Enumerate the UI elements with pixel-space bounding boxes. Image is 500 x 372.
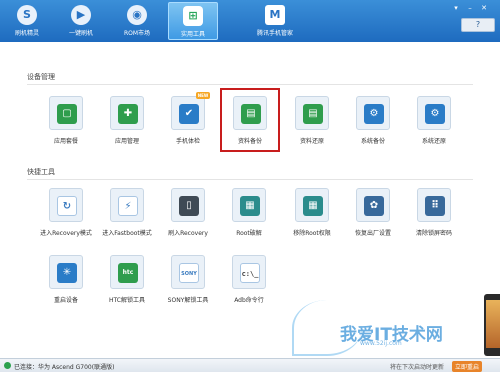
htc-lock-icon: htc bbox=[118, 263, 138, 283]
tool-tile: ▯ bbox=[171, 188, 205, 222]
sony-lock-icon: SONY bbox=[179, 263, 199, 283]
lightning-icon: ⚡ bbox=[118, 196, 138, 216]
nav-label: 实用工具 bbox=[180, 31, 205, 38]
tool-tile: ▤ bbox=[233, 96, 267, 130]
rom-market-icon: ◉ bbox=[127, 5, 147, 25]
section-title-quick-tools: 快捷工具 bbox=[27, 168, 55, 176]
tool-label: 资料备份 bbox=[237, 138, 262, 145]
tool-data-backup[interactable]: ▤ 资料备份 bbox=[220, 88, 280, 152]
nav-label: 腾讯手机管家 bbox=[256, 30, 293, 37]
play-icon: ▶ bbox=[71, 5, 91, 25]
pattern-lock-icon: ⠿ bbox=[425, 196, 445, 216]
watermark-url: www.52ij.com bbox=[360, 340, 402, 347]
document-icon: ▤ bbox=[241, 104, 261, 124]
restart-now-link[interactable]: 立即重启 bbox=[452, 361, 483, 372]
shield-check-icon: ✔ bbox=[179, 104, 199, 124]
gears-icon: ✿ bbox=[364, 196, 384, 216]
tool-tile: ⚡ bbox=[110, 188, 144, 222]
reboot-icon: ✳ bbox=[57, 263, 77, 283]
tool-root-crack[interactable]: ▦ Root破解 bbox=[219, 188, 279, 248]
tool-tile: ▦ bbox=[232, 188, 266, 222]
phone-preview bbox=[484, 294, 500, 356]
tool-tile: c:\_ bbox=[232, 255, 266, 289]
tool-system-backup[interactable]: ⚙ 系统备份 bbox=[343, 96, 403, 156]
phone-icon: ▯ bbox=[179, 196, 199, 216]
nav-flash-genie[interactable]: S 刷机精灵 bbox=[2, 2, 52, 40]
tool-tile: ⠿ bbox=[417, 188, 451, 222]
system-backup-icon: ⚙ bbox=[364, 104, 384, 124]
tool-tile: ✳ bbox=[49, 255, 83, 289]
tool-data-restore[interactable]: ▤ 资料还原 bbox=[282, 96, 342, 156]
site-watermark: 我爱IT技术网 www.52ij.com bbox=[292, 300, 492, 356]
tool-clear-lock-password[interactable]: ⠿ 清除锁屏密码 bbox=[404, 188, 464, 248]
tool-enter-fastboot[interactable]: ⚡ 进入Fastboot模式 bbox=[97, 188, 157, 248]
tool-tile: ⚙ bbox=[417, 96, 451, 130]
android-icon: ▦ bbox=[240, 196, 260, 216]
android-remove-icon: ▦ bbox=[303, 196, 323, 216]
tool-tile: ✚ bbox=[110, 96, 144, 130]
nav-utilities[interactable]: ⊞ 实用工具 bbox=[168, 2, 218, 40]
nav-one-click-flash[interactable]: ▶ 一键刷机 bbox=[56, 2, 106, 40]
section-title-device-management: 设备管理 bbox=[27, 73, 55, 81]
terminal-icon: c:\_ bbox=[240, 263, 260, 283]
tool-enter-recovery[interactable]: ↻ 进入Recovery模式 bbox=[36, 188, 96, 248]
status-bar: 已连接：华为 Ascend G700(联通版) 将在下次启动时更新 立即重启 bbox=[0, 358, 500, 372]
tool-tile: ▢ bbox=[49, 96, 83, 130]
tool-adb-console[interactable]: c:\_ Adb命令行 bbox=[219, 255, 279, 315]
nav-rom-market[interactable]: ◉ ROM市场 bbox=[112, 2, 162, 40]
menu-icon[interactable]: ▾ bbox=[452, 4, 460, 12]
new-badge: NEW bbox=[196, 92, 210, 99]
tool-tile: SONY bbox=[171, 255, 205, 289]
tool-label: Root破解 bbox=[236, 230, 262, 237]
tool-tile: ✔ bbox=[171, 96, 205, 130]
tool-system-restore[interactable]: ⚙ 系统还原 bbox=[404, 96, 464, 156]
tool-label: 手机体检 bbox=[175, 138, 200, 145]
bag-icon: ▢ bbox=[57, 104, 77, 124]
connection-status: 已连接：华为 Ascend G700(联通版) bbox=[14, 364, 115, 371]
tool-reboot-device[interactable]: ✳ 重启设备 bbox=[36, 255, 96, 315]
puzzle-icon: ✚ bbox=[118, 104, 138, 124]
tool-sony-unlock[interactable]: SONY SONY解锁工具 bbox=[158, 255, 218, 315]
refresh-icon: ↻ bbox=[57, 196, 77, 216]
help-button[interactable]: ? bbox=[461, 18, 495, 32]
tool-tile: ▦ bbox=[295, 188, 329, 222]
tool-flash-recovery[interactable]: ▯ 刷入Recovery bbox=[158, 188, 218, 248]
tool-remove-root[interactable]: ▦ 移除Root权限 bbox=[282, 188, 342, 248]
tool-factory-reset[interactable]: ✿ 恢复出厂设置 bbox=[343, 188, 403, 248]
nav-label: 刷机精灵 bbox=[14, 30, 39, 37]
update-notice: 将在下次启动时更新 bbox=[390, 364, 445, 371]
tool-label: Adb命令行 bbox=[234, 297, 264, 304]
section-divider bbox=[27, 84, 473, 85]
section-divider bbox=[27, 179, 473, 180]
close-icon[interactable]: ✕ bbox=[480, 4, 488, 12]
shield-icon: M bbox=[265, 5, 285, 25]
system-restore-icon: ⚙ bbox=[425, 104, 445, 124]
connected-icon bbox=[4, 362, 11, 369]
top-nav-bar: S 刷机精灵 ▶ 一键刷机 ◉ ROM市场 ⊞ 实用工具 M 腾讯手机管家 ▾ … bbox=[0, 0, 500, 42]
nav-label: 一键刷机 bbox=[68, 30, 93, 37]
nav-tencent-manager[interactable]: M 腾讯手机管家 bbox=[246, 2, 304, 40]
minimize-icon[interactable]: – bbox=[466, 4, 474, 12]
tool-tile: ⚙ bbox=[356, 96, 390, 130]
toolbox-icon: ⊞ bbox=[183, 6, 203, 26]
phone-screen bbox=[486, 300, 500, 348]
nav-label: ROM市场 bbox=[123, 30, 151, 37]
tool-htc-unlock[interactable]: htc HTC解锁工具 bbox=[97, 255, 157, 315]
tool-tile: ↻ bbox=[49, 188, 83, 222]
tool-phone-checkup[interactable]: ✔ NEW 手机体检 bbox=[158, 92, 218, 156]
s-logo-icon: S bbox=[17, 5, 37, 25]
tool-app-bundle[interactable]: ▢ 应用套餐 bbox=[36, 96, 96, 156]
tool-label: 系统还原 bbox=[421, 138, 446, 145]
tool-app-manager[interactable]: ✚ 应用管理 bbox=[97, 96, 157, 156]
tool-tile: htc bbox=[110, 255, 144, 289]
tool-tile: ✿ bbox=[356, 188, 390, 222]
tool-tile: ▤ bbox=[295, 96, 329, 130]
document-restore-icon: ▤ bbox=[303, 104, 323, 124]
tool-label: 清除锁屏密码 bbox=[415, 230, 452, 237]
